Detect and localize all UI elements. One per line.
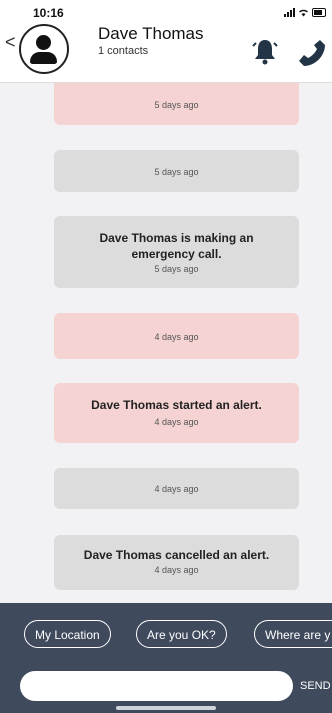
message-bubble: 4 days ago bbox=[54, 468, 299, 509]
avatar[interactable] bbox=[19, 24, 69, 74]
message-title: Dave Thomas cancelled an alert. bbox=[83, 548, 270, 562]
send-button[interactable]: SEND bbox=[300, 680, 331, 692]
message-feed[interactable]: 5 days ago 5 days ago Dave Thomas is mak… bbox=[0, 83, 332, 603]
status-time: 10:16 bbox=[33, 6, 64, 20]
wifi-icon bbox=[299, 9, 308, 17]
contact-name: Dave Thomas bbox=[98, 24, 204, 43]
battery-icon bbox=[312, 8, 326, 17]
quick-reply-are-you-ok[interactable]: Are you OK? bbox=[136, 620, 227, 648]
composer-bar: My Location Are you OK? Where are y SEND bbox=[0, 603, 332, 713]
quick-reply-where-are-you[interactable]: Where are y bbox=[254, 620, 332, 648]
message-bubble: Dave Thomas is making an emergency call.… bbox=[54, 216, 299, 288]
message-input[interactable] bbox=[20, 671, 293, 701]
alarm-bell-icon[interactable] bbox=[250, 36, 280, 66]
message-title: Dave Thomas started an alert. bbox=[91, 398, 262, 412]
quick-reply-my-location[interactable]: My Location bbox=[24, 620, 111, 648]
message-title: Dave Thomas is making an emergency call. bbox=[99, 231, 254, 261]
message-bubble: 5 days ago bbox=[54, 83, 299, 125]
message-time: 5 days ago bbox=[154, 264, 199, 274]
message-time: 5 days ago bbox=[154, 167, 199, 177]
phone-call-icon[interactable] bbox=[295, 36, 327, 68]
chat-header: < Dave Thomas 1 contacts bbox=[0, 20, 332, 83]
message-time: 4 days ago bbox=[154, 565, 199, 575]
message-bubble: 4 days ago bbox=[54, 313, 299, 359]
status-icons bbox=[284, 7, 326, 17]
home-indicator bbox=[116, 706, 216, 710]
message-time: 4 days ago bbox=[154, 332, 199, 342]
contact-count: 1 contacts bbox=[98, 45, 149, 57]
message-time: 4 days ago bbox=[154, 484, 199, 494]
message-bubble: 5 days ago bbox=[54, 150, 299, 192]
message-bubble: Dave Thomas cancelled an alert. 4 days a… bbox=[54, 535, 299, 590]
back-button[interactable]: < bbox=[5, 32, 16, 53]
status-bar: 10:16 bbox=[0, 0, 332, 20]
message-time: 4 days ago bbox=[154, 417, 199, 427]
message-time: 5 days ago bbox=[154, 100, 199, 110]
message-bubble: Dave Thomas started an alert. 4 days ago bbox=[54, 383, 299, 443]
signal-icon bbox=[284, 8, 295, 17]
